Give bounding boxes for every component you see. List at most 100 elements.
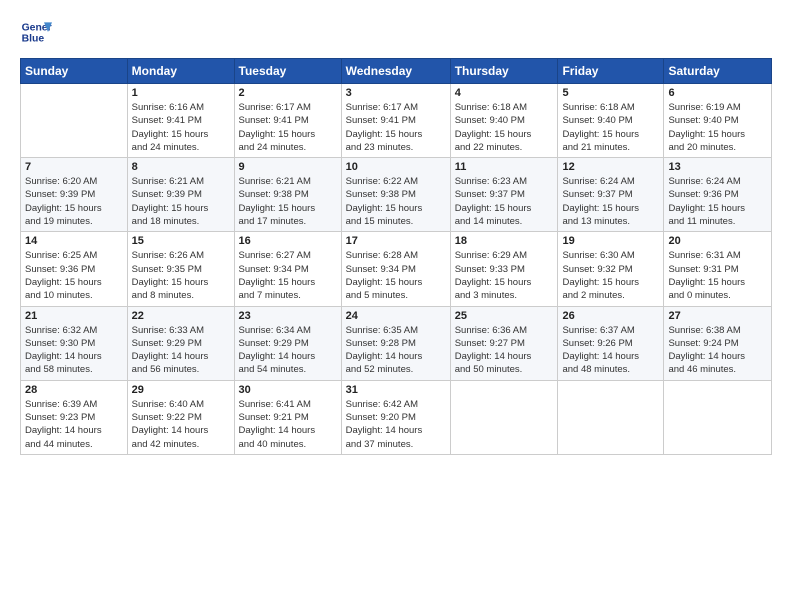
header: General Blue xyxy=(20,16,772,48)
day-info: Sunrise: 6:34 AM Sunset: 9:29 PM Dayligh… xyxy=(239,324,337,377)
day-info: Sunrise: 6:27 AM Sunset: 9:34 PM Dayligh… xyxy=(239,249,337,302)
day-info: Sunrise: 6:22 AM Sunset: 9:38 PM Dayligh… xyxy=(346,175,446,228)
day-info: Sunrise: 6:41 AM Sunset: 9:21 PM Dayligh… xyxy=(239,398,337,451)
calendar-cell: 2 Sunrise: 6:17 AM Sunset: 9:41 PM Daylig… xyxy=(234,84,341,158)
calendar-cell: 8 Sunrise: 6:21 AM Sunset: 9:39 PM Daylig… xyxy=(127,158,234,232)
day-info: Sunrise: 6:29 AM Sunset: 9:33 PM Dayligh… xyxy=(455,249,554,302)
day-info: Sunrise: 6:31 AM Sunset: 9:31 PM Dayligh… xyxy=(668,249,767,302)
calendar-cell: 1 Sunrise: 6:16 AM Sunset: 9:41 PM Daylig… xyxy=(127,84,234,158)
day-number: 26 xyxy=(562,310,659,322)
day-number: 19 xyxy=(562,235,659,247)
calendar-cell: 5 Sunrise: 6:18 AM Sunset: 9:40 PM Daylig… xyxy=(558,84,664,158)
calendar-cell: 21Sunrise: 6:32 AM Sunset: 9:30 PM Dayli… xyxy=(21,306,128,380)
day-number: 9 xyxy=(239,161,337,173)
day-info: Sunrise: 6:25 AM Sunset: 9:36 PM Dayligh… xyxy=(25,249,123,302)
day-number: 7 xyxy=(25,161,123,173)
day-info: Sunrise: 6:17 AM Sunset: 9:41 PM Dayligh… xyxy=(346,101,446,154)
calendar-cell: 23 Sunrise: 6:34 AM Sunset: 9:29 PM Dayli… xyxy=(234,306,341,380)
day-number: 24 xyxy=(346,310,446,322)
day-info: Sunrise: 6:35 AM Sunset: 9:28 PM Dayligh… xyxy=(346,324,446,377)
calendar-cell: 26 Sunrise: 6:37 AM Sunset: 9:26 PM Dayli… xyxy=(558,306,664,380)
calendar-cell xyxy=(664,380,772,454)
calendar-cell: 30 Sunrise: 6:41 AM Sunset: 9:21 PM Dayli… xyxy=(234,380,341,454)
day-number: 16 xyxy=(239,235,337,247)
calendar-cell: 31 Sunrise: 6:42 AM Sunset: 9:20 PM Dayli… xyxy=(341,380,450,454)
day-number: 5 xyxy=(562,87,659,99)
calendar-cell xyxy=(558,380,664,454)
calendar-week-row: 7 Sunrise: 6:20 AM Sunset: 9:39 PM Daylig… xyxy=(21,158,772,232)
day-info: Sunrise: 6:18 AM Sunset: 9:40 PM Dayligh… xyxy=(562,101,659,154)
day-number: 6 xyxy=(668,87,767,99)
calendar-week-row: 14 Sunrise: 6:25 AM Sunset: 9:36 PM Dayli… xyxy=(21,232,772,306)
day-info: Sunrise: 6:21 AM Sunset: 9:39 PM Dayligh… xyxy=(132,175,230,228)
day-info: Sunrise: 6:28 AM Sunset: 9:34 PM Dayligh… xyxy=(346,249,446,302)
day-info: Sunrise: 6:23 AM Sunset: 9:37 PM Dayligh… xyxy=(455,175,554,228)
calendar-week-row: 28Sunrise: 6:39 AM Sunset: 9:23 PM Dayli… xyxy=(21,380,772,454)
day-number: 8 xyxy=(132,161,230,173)
calendar-week-row: 1 Sunrise: 6:16 AM Sunset: 9:41 PM Daylig… xyxy=(21,84,772,158)
day-number: 22 xyxy=(132,310,230,322)
day-info: Sunrise: 6:16 AM Sunset: 9:41 PM Dayligh… xyxy=(132,101,230,154)
calendar-cell: 4Sunrise: 6:18 AM Sunset: 9:40 PM Daylig… xyxy=(450,84,558,158)
day-info: Sunrise: 6:24 AM Sunset: 9:37 PM Dayligh… xyxy=(562,175,659,228)
calendar-cell: 15Sunrise: 6:26 AM Sunset: 9:35 PM Dayli… xyxy=(127,232,234,306)
logo-icon: General Blue xyxy=(20,16,52,48)
day-number: 31 xyxy=(346,384,446,396)
day-info: Sunrise: 6:30 AM Sunset: 9:32 PM Dayligh… xyxy=(562,249,659,302)
calendar-cell: 16 Sunrise: 6:27 AM Sunset: 9:34 PM Dayli… xyxy=(234,232,341,306)
calendar-table: SundayMondayTuesdayWednesdayThursdayFrid… xyxy=(20,58,772,455)
calendar-week-row: 21Sunrise: 6:32 AM Sunset: 9:30 PM Dayli… xyxy=(21,306,772,380)
weekday-header-tuesday: Tuesday xyxy=(234,59,341,84)
weekday-header-thursday: Thursday xyxy=(450,59,558,84)
day-info: Sunrise: 6:37 AM Sunset: 9:26 PM Dayligh… xyxy=(562,324,659,377)
calendar-cell: 27Sunrise: 6:38 AM Sunset: 9:24 PM Dayli… xyxy=(664,306,772,380)
day-number: 2 xyxy=(239,87,337,99)
calendar-cell: 24 Sunrise: 6:35 AM Sunset: 9:28 PM Dayli… xyxy=(341,306,450,380)
calendar-cell: 28Sunrise: 6:39 AM Sunset: 9:23 PM Dayli… xyxy=(21,380,128,454)
page: General Blue SundayMondayTuesdayWednesda… xyxy=(0,0,792,612)
calendar-cell: 22Sunrise: 6:33 AM Sunset: 9:29 PM Dayli… xyxy=(127,306,234,380)
day-info: Sunrise: 6:18 AM Sunset: 9:40 PM Dayligh… xyxy=(455,101,554,154)
day-number: 23 xyxy=(239,310,337,322)
day-number: 14 xyxy=(25,235,123,247)
day-info: Sunrise: 6:26 AM Sunset: 9:35 PM Dayligh… xyxy=(132,249,230,302)
weekday-header-friday: Friday xyxy=(558,59,664,84)
weekday-header-saturday: Saturday xyxy=(664,59,772,84)
calendar-cell: 29 Sunrise: 6:40 AM Sunset: 9:22 PM Dayli… xyxy=(127,380,234,454)
calendar-cell: 12 Sunrise: 6:24 AM Sunset: 9:37 PM Dayli… xyxy=(558,158,664,232)
day-number: 18 xyxy=(455,235,554,247)
calendar-cell: 20 Sunrise: 6:31 AM Sunset: 9:31 PM Dayli… xyxy=(664,232,772,306)
day-number: 12 xyxy=(562,161,659,173)
calendar-cell: 17 Sunrise: 6:28 AM Sunset: 9:34 PM Dayli… xyxy=(341,232,450,306)
calendar-cell: 3 Sunrise: 6:17 AM Sunset: 9:41 PM Daylig… xyxy=(341,84,450,158)
day-info: Sunrise: 6:40 AM Sunset: 9:22 PM Dayligh… xyxy=(132,398,230,451)
calendar-cell xyxy=(450,380,558,454)
svg-text:Blue: Blue xyxy=(22,34,45,45)
day-number: 1 xyxy=(132,87,230,99)
day-info: Sunrise: 6:17 AM Sunset: 9:41 PM Dayligh… xyxy=(239,101,337,154)
day-number: 13 xyxy=(668,161,767,173)
day-info: Sunrise: 6:24 AM Sunset: 9:36 PM Dayligh… xyxy=(668,175,767,228)
day-info: Sunrise: 6:36 AM Sunset: 9:27 PM Dayligh… xyxy=(455,324,554,377)
day-number: 28 xyxy=(25,384,123,396)
day-number: 3 xyxy=(346,87,446,99)
day-number: 29 xyxy=(132,384,230,396)
calendar-cell: 14 Sunrise: 6:25 AM Sunset: 9:36 PM Dayli… xyxy=(21,232,128,306)
calendar-header-row: SundayMondayTuesdayWednesdayThursdayFrid… xyxy=(21,59,772,84)
calendar-cell: 18 Sunrise: 6:29 AM Sunset: 9:33 PM Dayli… xyxy=(450,232,558,306)
day-info: Sunrise: 6:20 AM Sunset: 9:39 PM Dayligh… xyxy=(25,175,123,228)
day-info: Sunrise: 6:32 AM Sunset: 9:30 PM Dayligh… xyxy=(25,324,123,377)
weekday-header-sunday: Sunday xyxy=(21,59,128,84)
day-info: Sunrise: 6:19 AM Sunset: 9:40 PM Dayligh… xyxy=(668,101,767,154)
calendar-cell: 13 Sunrise: 6:24 AM Sunset: 9:36 PM Dayli… xyxy=(664,158,772,232)
day-number: 17 xyxy=(346,235,446,247)
calendar-cell: 7 Sunrise: 6:20 AM Sunset: 9:39 PM Daylig… xyxy=(21,158,128,232)
day-info: Sunrise: 6:21 AM Sunset: 9:38 PM Dayligh… xyxy=(239,175,337,228)
weekday-header-monday: Monday xyxy=(127,59,234,84)
weekday-header-wednesday: Wednesday xyxy=(341,59,450,84)
day-info: Sunrise: 6:42 AM Sunset: 9:20 PM Dayligh… xyxy=(346,398,446,451)
day-number: 11 xyxy=(455,161,554,173)
day-number: 20 xyxy=(668,235,767,247)
day-number: 30 xyxy=(239,384,337,396)
calendar-cell: 9 Sunrise: 6:21 AM Sunset: 9:38 PM Daylig… xyxy=(234,158,341,232)
